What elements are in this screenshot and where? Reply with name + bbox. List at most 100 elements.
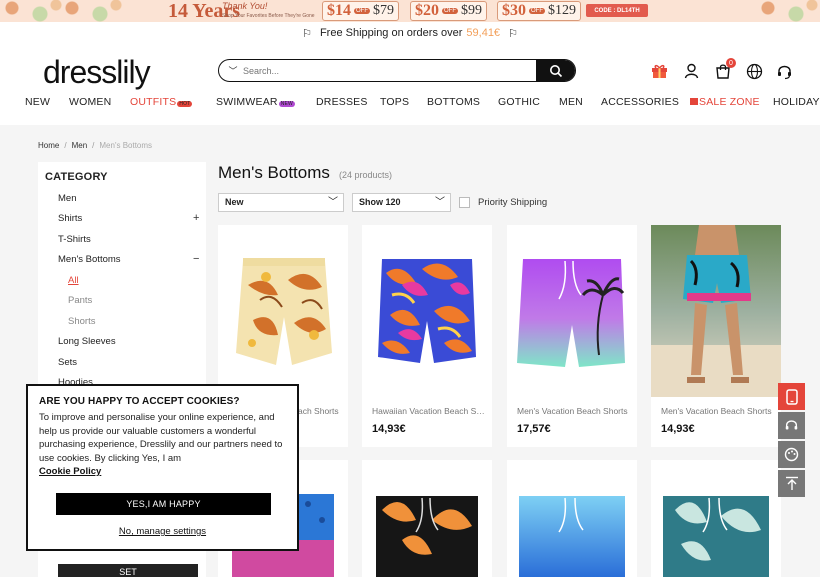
shipping-bar: ⚐ Free Shipping on orders over 59,41€ ⚐: [0, 22, 820, 44]
palette-icon: [784, 447, 799, 462]
product-image[interactable]: [507, 225, 637, 397]
sort-select[interactable]: New ﹀: [218, 193, 344, 212]
shipping-text: Free Shipping on orders over: [319, 27, 463, 39]
breadcrumb: Home / Men / Men's Bottoms: [38, 141, 153, 150]
headset-icon[interactable]: [775, 62, 793, 80]
product-count: (24 products): [339, 170, 393, 180]
nav-item-accessories[interactable]: ACCESSORIES: [601, 96, 679, 108]
product-image: [362, 460, 492, 577]
product-card[interactable]: Men's Vacation Beach Shorts 14,93€: [651, 225, 781, 447]
nav-item-new[interactable]: NEW: [25, 96, 50, 108]
product-image: [651, 460, 781, 577]
breadcrumb-current: Men's Bottoms: [99, 141, 153, 150]
cookie-body: To improve and personalise your online e…: [39, 412, 283, 477]
breadcrumb-home[interactable]: Home: [38, 141, 59, 150]
product-name[interactable]: Hawaiian Vacation Beach Shorts: [372, 406, 486, 416]
floral-decoration: [60, 0, 124, 22]
set-button[interactable]: SET: [58, 564, 198, 577]
product-name[interactable]: Men's Vacation Beach Shorts: [517, 406, 631, 416]
nav-item-women[interactable]: WOMEN: [69, 96, 111, 108]
product-name[interactable]: Men's Vacation Beach Shorts: [661, 406, 775, 416]
product-card[interactable]: [651, 460, 781, 577]
breadcrumb-men[interactable]: Men: [72, 141, 88, 150]
shipping-amount: 59,41€: [466, 27, 501, 39]
search-input[interactable]: [243, 65, 536, 76]
nav-item-tops[interactable]: TOPS: [380, 96, 409, 108]
search-icon: [549, 64, 562, 77]
hot-tag: HOT: [177, 101, 193, 107]
search-button[interactable]: [536, 60, 575, 81]
nav-item-dresses[interactable]: DRESSES: [316, 96, 368, 108]
cookie-consent-dialog: ARE YOU HAPPY TO ACCEPT COOKIES? To impr…: [26, 384, 299, 551]
main-nav: NEW WOMEN OUTFITS HOT SWIMWEAR NEW DRESSES…: [0, 96, 820, 114]
chevron-down-icon: ﹀: [328, 197, 338, 208]
nav-item-bottoms[interactable]: BOTTOMS: [427, 96, 480, 108]
flag-icon: ⚐: [302, 27, 312, 40]
sidebar-item-shirts[interactable]: Shirts: [58, 213, 82, 224]
product-price: 14,93€: [372, 423, 406, 435]
site-header: dresslily ﹀ 0 NEW WOMEN OUTFITSHOT SWIMW…: [0, 44, 820, 125]
cookie-title: ARE YOU HAPPY TO ACCEPT COOKIES?: [39, 396, 240, 407]
cookie-policy-link[interactable]: Cookie Policy: [39, 466, 101, 477]
priority-shipping-label: Priority Shipping: [478, 197, 548, 208]
cart-count-badge: 0: [726, 58, 736, 68]
product-card[interactable]: [507, 460, 637, 577]
sidebar-item-pants[interactable]: Pants: [68, 295, 92, 306]
sidebar-item-all[interactable]: All: [68, 275, 79, 286]
product-image[interactable]: [651, 225, 781, 397]
palette-button[interactable]: [778, 441, 805, 468]
nav-item-sale-zone[interactable]: SALE ZONE: [690, 96, 760, 108]
floating-toolbar: [778, 383, 805, 499]
category-heading: CATEGORY: [45, 171, 108, 183]
support-button[interactable]: [778, 412, 805, 439]
accept-cookies-button[interactable]: YES,I AM HAPPY: [56, 493, 271, 515]
floral-decoration: [0, 0, 64, 22]
chevron-down-icon[interactable]: ﹀: [223, 64, 243, 77]
site-logo[interactable]: dresslily: [43, 54, 151, 91]
priority-shipping-checkbox[interactable]: [459, 197, 470, 208]
headset-icon: [785, 420, 798, 430]
show-count-select[interactable]: Show 120 ﹀: [352, 193, 451, 212]
globe-icon[interactable]: [745, 62, 763, 80]
nav-item-men[interactable]: MEN: [559, 96, 583, 108]
back-to-top-button[interactable]: [778, 470, 805, 497]
sidebar-item-tshirts[interactable]: T-Shirts: [58, 234, 91, 245]
promo-deal-2: $20 OFF $99: [410, 1, 487, 21]
sidebar-item-long-sleeves[interactable]: Long Sleeves: [58, 336, 116, 347]
arrow-up-icon: [785, 476, 798, 490]
product-card[interactable]: [362, 460, 492, 577]
phone-icon: [785, 388, 798, 405]
promo-code: CODE : DL14TH: [586, 4, 648, 17]
flag-icon: ⚐: [508, 27, 518, 40]
nav-item-swimwear[interactable]: SWIMWEAR NEW: [216, 96, 295, 108]
search-bar[interactable]: ﹀: [218, 59, 576, 82]
mobile-app-button[interactable]: [778, 383, 805, 410]
sidebar-item-men[interactable]: Men: [58, 193, 76, 204]
chevron-down-icon: ﹀: [435, 197, 445, 208]
promo-deal-1: $14 OFF $79: [322, 1, 399, 21]
nav-item-gothic[interactable]: GOTHIC: [498, 96, 540, 108]
product-image: [507, 460, 637, 577]
expand-icon[interactable]: +: [193, 212, 199, 224]
promo-banner[interactable]: 14 Years Thank You! Shop Your Favorites B…: [0, 0, 820, 22]
product-card[interactable]: Men's Vacation Beach Shorts 17,57€: [507, 225, 637, 447]
nav-item-outfits[interactable]: OUTFITS HOT: [130, 96, 193, 108]
collapse-icon[interactable]: −: [193, 253, 199, 265]
product-image[interactable]: [218, 225, 348, 397]
product-price: 14,93€: [661, 423, 695, 435]
user-icon[interactable]: [682, 62, 700, 80]
nav-item-holidays[interactable]: HOLIDAYS: [773, 96, 820, 108]
promo-thanks: Thank You! Shop Your Favorites Before The…: [222, 1, 315, 19]
sidebar-item-sets[interactable]: Sets: [58, 357, 77, 368]
sidebar-item-mens-bottoms[interactable]: Men's Bottoms: [58, 254, 121, 265]
product-price: 17,57€: [517, 423, 551, 435]
product-image[interactable]: [362, 225, 492, 397]
manage-settings-link[interactable]: No, manage settings: [28, 526, 297, 537]
floral-decoration: [756, 0, 820, 22]
promo-deal-3: $30 OFF $129: [497, 1, 581, 21]
cart-icon[interactable]: 0: [714, 58, 736, 80]
product-card[interactable]: Hawaiian Vacation Beach Shorts 14,93€: [362, 225, 492, 447]
sale-bag-icon: [690, 98, 698, 105]
sidebar-item-shorts[interactable]: Shorts: [68, 316, 95, 327]
gift-icon[interactable]: [650, 62, 668, 80]
